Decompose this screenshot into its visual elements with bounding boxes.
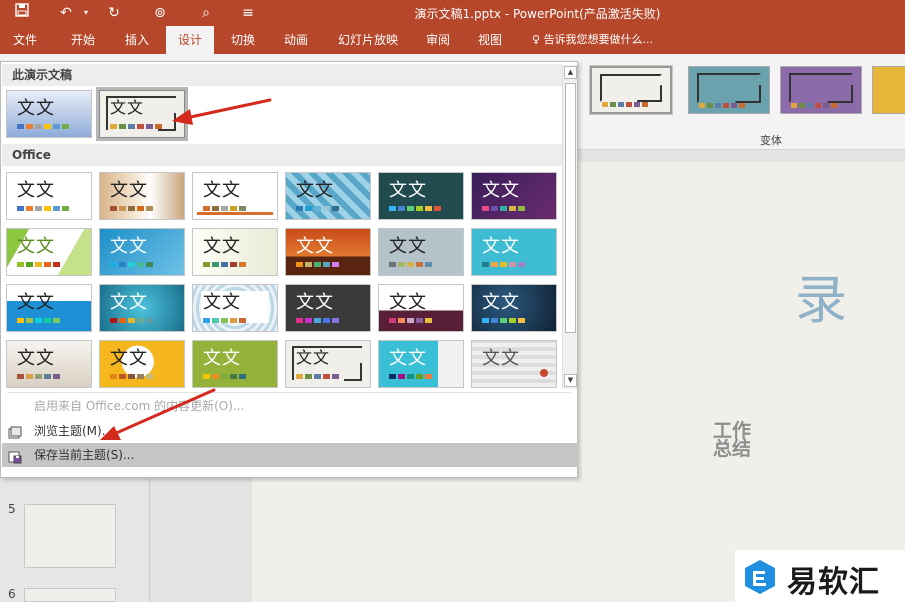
theme-preview-text: 文文 xyxy=(389,292,427,313)
theme-preview-text: 文文 xyxy=(296,348,331,367)
theme-preview-text: 文文 xyxy=(296,180,334,201)
theme-facet[interactable]: 文文 xyxy=(6,228,92,276)
scroll-up-icon[interactable]: ▲ xyxy=(564,66,577,79)
browse-folder-icon xyxy=(8,424,22,439)
theme-vapor[interactable]: 文文 xyxy=(378,284,464,332)
theme-preview-text: 文文 xyxy=(203,348,241,369)
ribbon-tabs: 文件 开始 插入 设计 切换 动画 幻灯片放映 审阅 视图 ♀ 告诉我您想要做什… xyxy=(0,26,905,54)
theme-circuit[interactable]: 文文 xyxy=(99,340,185,388)
theme-preview-text: 文文 xyxy=(110,98,145,117)
slide-thumbnail-5[interactable] xyxy=(24,504,116,568)
theme-preview-text: 文文 xyxy=(389,236,427,257)
tab-slideshow[interactable]: 幻灯片放映 xyxy=(330,26,406,54)
variant-1[interactable] xyxy=(589,65,673,115)
theme-frame[interactable]: 文文 xyxy=(285,340,371,388)
slide-subtitle[interactable]: 工作总结 xyxy=(713,422,763,459)
tell-me-text: 告诉我您想要做什么... xyxy=(543,33,654,46)
theme-preview-text: 文文 xyxy=(203,292,241,313)
save-theme-label: 保存当前主题(S)... xyxy=(34,448,135,462)
theme-preview-text: 文文 xyxy=(482,348,520,369)
theme-preview-text: 文文 xyxy=(110,348,148,369)
variant-2[interactable] xyxy=(688,66,770,114)
theme-dividend[interactable]: 文文 xyxy=(285,172,371,220)
theme-preview-text: 文文 xyxy=(110,236,148,257)
tab-home[interactable]: 开始 xyxy=(60,26,106,54)
theme-parallax[interactable]: 文文 xyxy=(471,284,557,332)
theme-berlin[interactable]: 文文 xyxy=(285,228,371,276)
theme-slice[interactable]: 文文 xyxy=(378,340,464,388)
theme-ion-boardroom[interactable]: 文文 xyxy=(378,172,464,220)
section-this-presentation: 此演示文稿 xyxy=(2,64,562,86)
tab-view[interactable]: 视图 xyxy=(468,26,512,54)
theme-preview-text: 文文 xyxy=(17,292,55,313)
theme-preview-text: 文文 xyxy=(296,292,334,313)
save-theme-icon xyxy=(8,448,22,464)
menu-separator xyxy=(7,392,571,393)
tab-transitions[interactable]: 切换 xyxy=(222,26,264,54)
tell-me-box[interactable]: ♀ 告诉我您想要做什么... xyxy=(532,26,653,54)
variants-group-label: 变体 xyxy=(760,134,782,147)
variant-4[interactable] xyxy=(872,66,905,114)
themes-gallery-dropdown: 此演示文稿 文文 文文 Office 文文 文文 文文 文文 文文 文文 文文 xyxy=(0,61,578,478)
tab-insert[interactable]: 插入 xyxy=(116,26,158,54)
theme-preview-text: 文文 xyxy=(482,180,520,201)
theme-retrospect[interactable]: 文文 xyxy=(192,172,278,220)
watermark-logo-icon xyxy=(741,558,779,596)
theme-preview-text: 文文 xyxy=(17,236,55,257)
theme-wood[interactable]: 文文 xyxy=(99,172,185,220)
theme-preview-text: 文文 xyxy=(17,98,55,119)
enable-office-updates-item: 启用来自 Office.com 的内容更新(O)... xyxy=(2,394,578,418)
theme-banded[interactable]: 文文 xyxy=(6,284,92,332)
theme-preview-text: 文文 xyxy=(17,180,55,201)
slide-number-5: 5 xyxy=(8,502,16,516)
variant-3[interactable] xyxy=(780,66,862,114)
theme-preview-text: 文文 xyxy=(203,180,241,201)
scroll-thumb[interactable] xyxy=(565,83,576,333)
theme-main-event[interactable]: 文文 xyxy=(471,340,557,388)
scroll-down-icon[interactable]: ▼ xyxy=(564,374,577,387)
theme-integral[interactable]: 文文 xyxy=(99,228,185,276)
theme-preview-text: 文文 xyxy=(482,236,520,257)
watermark-text: 易软汇 xyxy=(787,565,880,600)
tab-review[interactable]: 审阅 xyxy=(416,26,460,54)
section-office: Office xyxy=(2,144,562,166)
save-current-theme-item[interactable]: 保存当前主题(S)... xyxy=(2,443,578,467)
theme-office[interactable]: 文文 xyxy=(6,172,92,220)
tab-file[interactable]: 文件 xyxy=(0,26,50,54)
window-title: 演示文稿1.pptx - PowerPoint(产品激活失败) xyxy=(414,7,661,21)
theme-preview-text: 文文 xyxy=(110,180,148,201)
slide-number-6: 6 xyxy=(8,587,16,601)
enable-updates-label: 启用来自 Office.com 的内容更新(O)... xyxy=(34,399,245,413)
theme-current-office[interactable]: 文文 xyxy=(6,90,92,138)
theme-ion[interactable]: 文文 xyxy=(99,284,185,332)
theme-preview-text: 文文 xyxy=(389,180,427,201)
theme-preview-text: 文文 xyxy=(203,236,241,257)
theme-preview-text: 文文 xyxy=(482,292,520,313)
slide-thumbnail-6[interactable] xyxy=(24,588,116,602)
watermark: 易软汇 xyxy=(735,550,905,602)
theme-current-frame[interactable]: 文文 xyxy=(96,87,188,141)
tab-animations[interactable]: 动画 xyxy=(274,26,318,54)
theme-preview-text: 文文 xyxy=(389,348,427,369)
theme-badge[interactable]: 文文 xyxy=(6,340,92,388)
lightbulb-icon: ♀ xyxy=(532,33,541,46)
theme-preview-text: 文文 xyxy=(296,236,334,257)
theme-savon[interactable]: 文文 xyxy=(285,284,371,332)
theme-celestial[interactable]: 文文 xyxy=(471,172,557,220)
title-bar: ↶ ▾ ↻ ⊚ ⌕ ≡ 演示文稿1.pptx - PowerPoint(产品激活… xyxy=(0,0,905,26)
theme-wisp[interactable]: 文文 xyxy=(471,228,557,276)
tab-design[interactable]: 设计 xyxy=(166,26,214,54)
browse-themes-item[interactable]: 浏览主题(M)... xyxy=(2,419,578,443)
theme-preview-text: 文文 xyxy=(17,348,55,369)
theme-gallery[interactable]: 文文 xyxy=(192,340,278,388)
theme-preview-text: 文文 xyxy=(110,292,148,313)
theme-mesh[interactable]: 文文 xyxy=(378,228,464,276)
slide-title-char[interactable]: 录 xyxy=(795,258,847,333)
theme-droplet[interactable]: 文文 xyxy=(192,284,278,332)
theme-organic[interactable]: 文文 xyxy=(192,228,278,276)
browse-themes-label: 浏览主题(M)... xyxy=(34,424,114,438)
gallery-scrollbar[interactable]: ▲ ▼ xyxy=(562,65,577,389)
